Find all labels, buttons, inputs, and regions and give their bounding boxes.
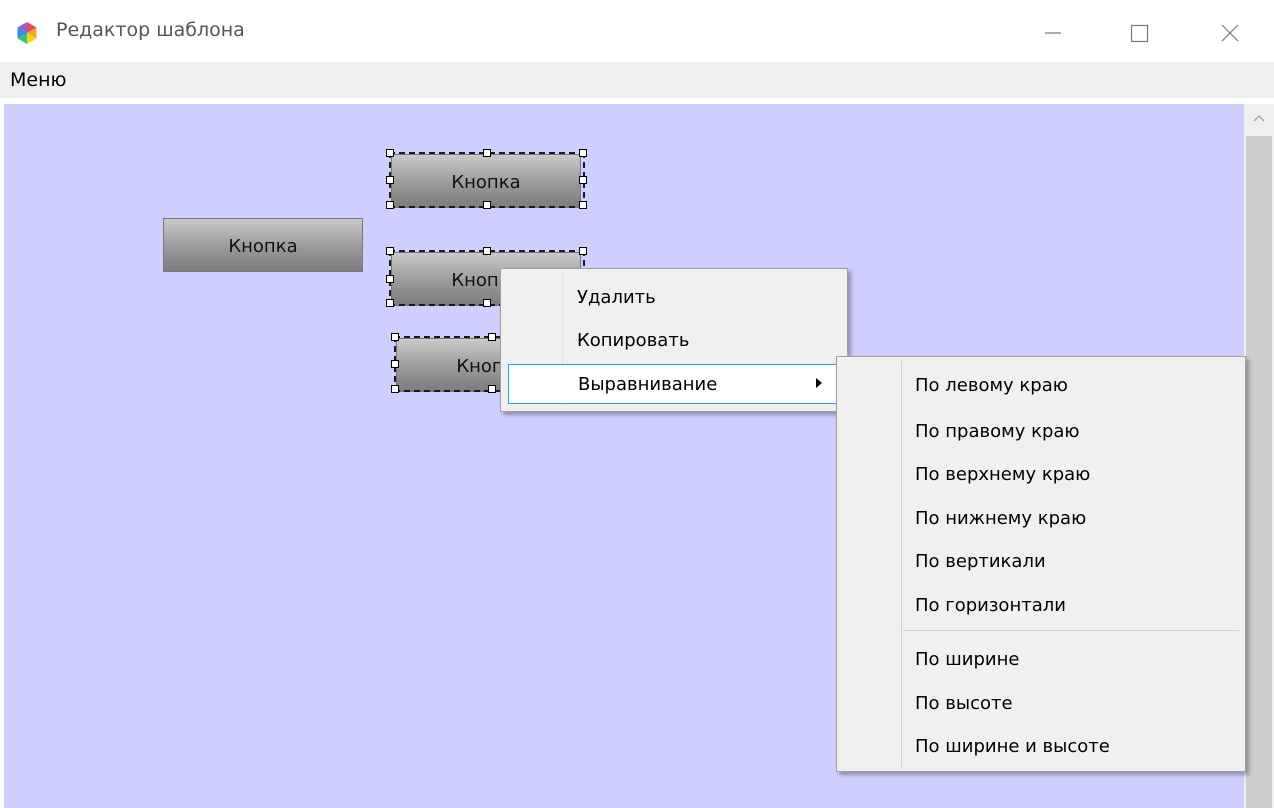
resize-handle[interactable] <box>391 385 399 393</box>
title-bar: Редактор шаблона <box>0 0 1274 62</box>
maximize-button[interactable] <box>1116 14 1162 52</box>
canvas-button-1[interactable]: Кнопка <box>163 218 363 272</box>
submenu-item-align-left[interactable]: По левому краю <box>915 375 1068 396</box>
resize-handle[interactable] <box>386 299 394 307</box>
window-title: Редактор шаблона <box>56 19 245 41</box>
submenu-item-align-bottom[interactable]: По нижнему краю <box>915 508 1086 529</box>
minimize-button[interactable] <box>1030 14 1076 52</box>
resize-handle[interactable] <box>483 149 491 157</box>
submenu-item-align-top[interactable]: По верхнему краю <box>915 464 1090 485</box>
menu-item-main[interactable]: Меню <box>10 69 67 91</box>
resize-handle[interactable] <box>386 275 394 283</box>
resize-handle[interactable] <box>386 176 394 184</box>
resize-handle[interactable] <box>488 385 496 393</box>
close-button[interactable] <box>1208 14 1254 52</box>
canvas-button-label: Кнопка <box>228 236 298 257</box>
resize-handle[interactable] <box>386 149 394 157</box>
resize-handle[interactable] <box>483 247 491 255</box>
close-icon <box>1221 24 1239 42</box>
menu-item-copy[interactable]: Копировать <box>505 322 843 360</box>
scroll-up-icon[interactable] <box>1244 104 1274 134</box>
submenu-item-align-right[interactable]: По правому краю <box>915 421 1080 442</box>
align-submenu: По левому краю По правому краю По верхне… <box>836 356 1246 772</box>
menu-item-align[interactable]: Выравнивание <box>508 364 837 404</box>
submenu-item-match-width-height[interactable]: По ширине и высоте <box>915 736 1110 757</box>
menu-item-label: Выравнивание <box>578 374 718 395</box>
resize-handle[interactable] <box>391 333 399 341</box>
menu-item-label: Копировать <box>577 330 690 351</box>
maximize-icon <box>1130 24 1149 43</box>
resize-handle[interactable] <box>386 201 394 209</box>
resize-handle[interactable] <box>579 176 587 184</box>
submenu-item-match-height[interactable]: По высоте <box>915 693 1013 714</box>
menu-item-label: Удалить <box>577 287 656 308</box>
resize-handle[interactable] <box>579 247 587 255</box>
resize-handle[interactable] <box>579 149 587 157</box>
submenu-item-align-vertical[interactable]: По вертикали <box>915 551 1046 572</box>
menu-icon-column-separator <box>901 361 902 767</box>
app-logo-icon <box>17 22 37 44</box>
resize-handle[interactable] <box>483 201 491 209</box>
context-menu: Удалить Копировать Выравнивание <box>500 268 848 412</box>
menu-separator <box>903 630 1239 631</box>
menu-item-delete[interactable]: Удалить <box>505 279 843 317</box>
resize-handle[interactable] <box>488 333 496 341</box>
minimize-icon <box>1045 32 1061 34</box>
resize-handle[interactable] <box>483 299 491 307</box>
selection-frame <box>389 152 585 208</box>
submenu-arrow-icon <box>816 378 822 388</box>
submenu-item-match-width[interactable]: По ширине <box>915 649 1019 670</box>
menu-bar: Меню <box>0 62 1274 98</box>
submenu-item-align-horizontal[interactable]: По горизонтали <box>915 595 1066 616</box>
scroll-thumb[interactable] <box>1246 136 1272 808</box>
resize-handle[interactable] <box>579 201 587 209</box>
resize-handle[interactable] <box>386 247 394 255</box>
vertical-scrollbar[interactable] <box>1244 104 1274 808</box>
resize-handle[interactable] <box>391 360 399 368</box>
